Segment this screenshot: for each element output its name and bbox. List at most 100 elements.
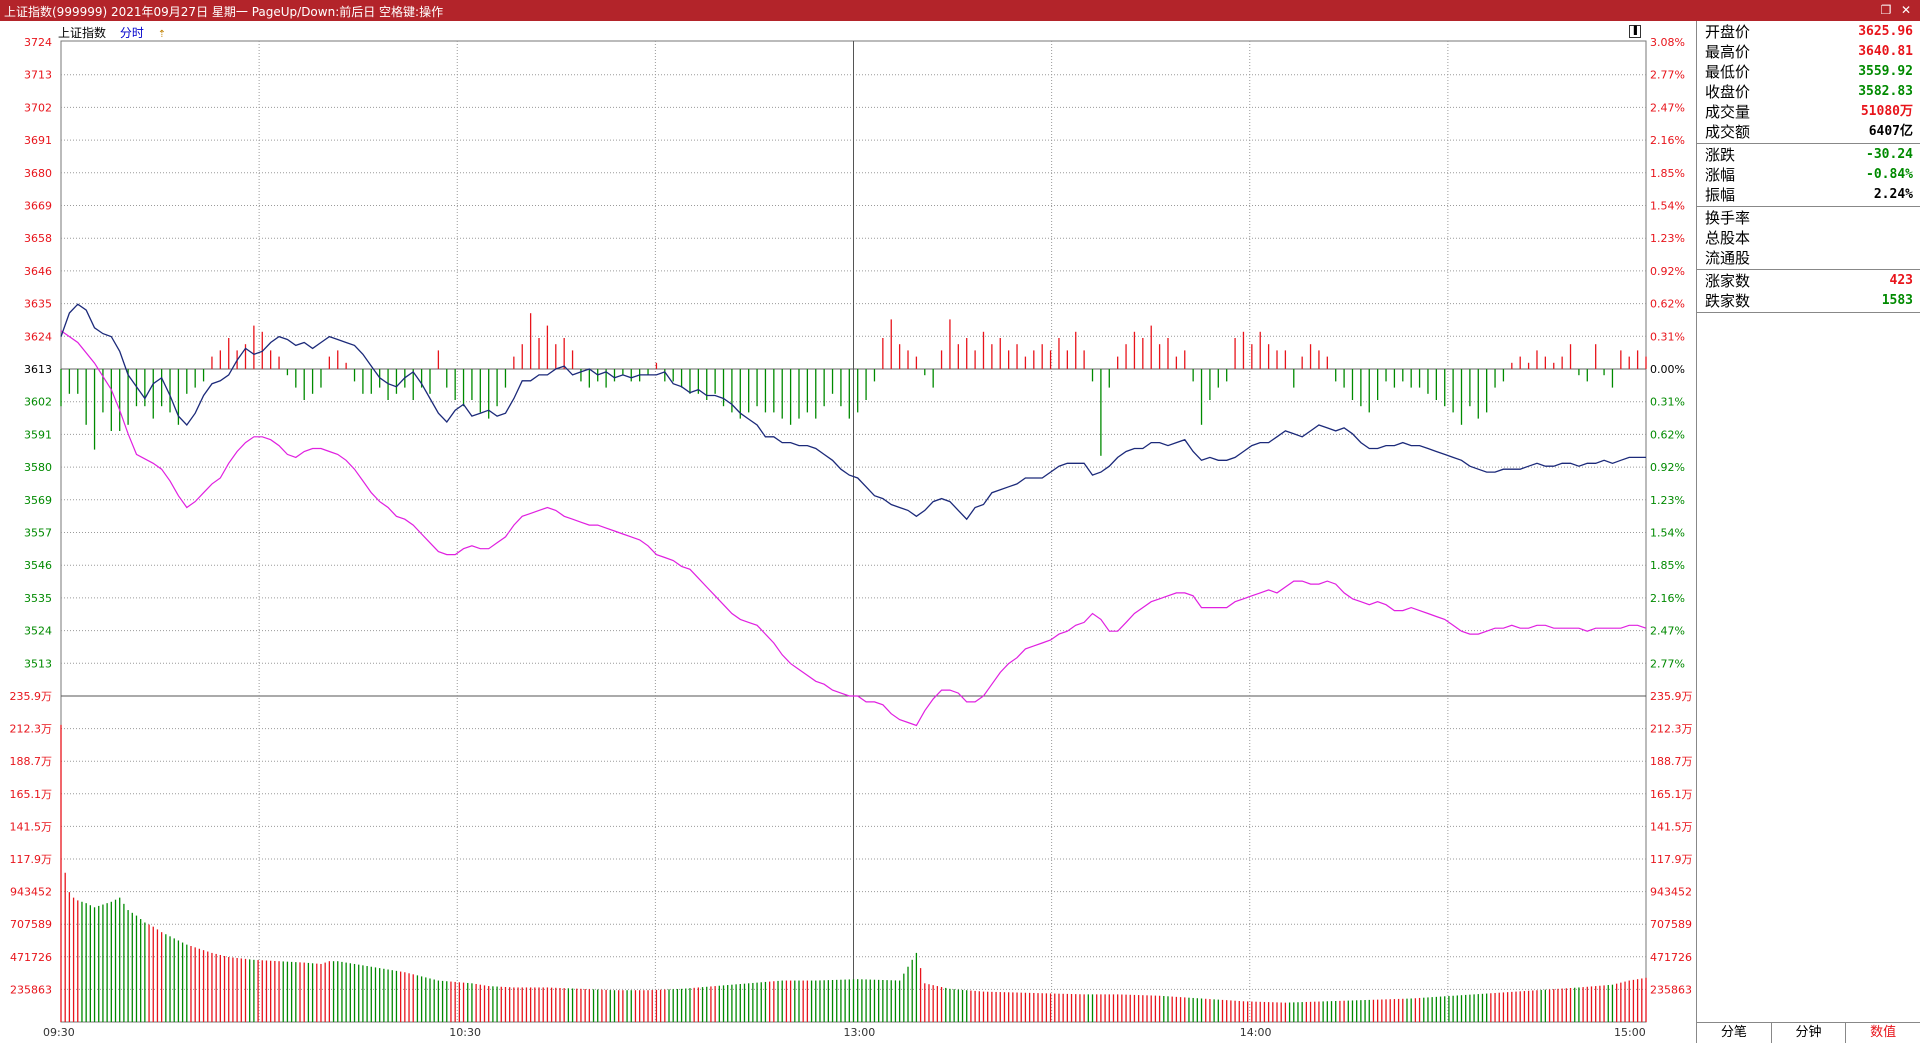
panel-label: 开盘价 <box>1705 23 1751 41</box>
share-section: 换手率总股本 流通股 <box>1697 207 1920 270</box>
panel-label: 振幅 <box>1705 186 1736 204</box>
price-tick-label: 3724 <box>24 36 52 49</box>
price-tick-label: 3669 <box>24 200 52 213</box>
panel-label: 最高价 <box>1705 43 1751 61</box>
volume-tick-label: 235863 <box>10 983 52 996</box>
pct-tick-label: 0.00% <box>1650 363 1685 376</box>
pct-tick-label: 2.47% <box>1650 625 1685 638</box>
intraday-chart: 3724 3.08% 3713 2.77% 3702 2.47% 3691 2.16% 3680… <box>0 21 1696 1042</box>
panel-value: 423 <box>1889 273 1913 288</box>
pct-tick-label: 0.31% <box>1650 330 1685 343</box>
collapse-arrow-icon[interactable]: ⇡ <box>158 29 166 40</box>
price-tick-label: 3580 <box>24 461 52 474</box>
volume-tick-label: 235863 <box>1650 983 1692 996</box>
price-tick-label: 3591 <box>24 428 52 441</box>
pct-tick-label: 0.31% <box>1650 396 1685 409</box>
index-name: 上证指数 <box>58 26 107 40</box>
panel-row: 最低价 3559.92 <box>1697 62 1920 82</box>
price-tick-label: 3569 <box>24 494 52 507</box>
panel-row: 流通股 <box>1697 248 1920 268</box>
price-tick-label: 3713 <box>24 69 52 82</box>
bottom-tab[interactable]: 分笔 <box>1696 1023 1771 1043</box>
volume-tick-label: 165.1万 <box>10 788 53 801</box>
pct-tick-label: 1.23% <box>1650 232 1685 245</box>
panel-row: 成交额 6407亿 <box>1697 122 1920 142</box>
pct-tick-label: 0.62% <box>1650 298 1685 311</box>
panel-value: 3582.83 <box>1858 84 1913 99</box>
volume-tick-label: 188.7万 <box>10 755 53 768</box>
bottom-tabs: 分笔 分钟 数值 <box>1696 1022 1920 1043</box>
mode-label[interactable]: 分时 <box>120 26 144 40</box>
pct-tick-label: 3.08% <box>1650 36 1685 49</box>
price-tick-label: 3658 <box>24 232 52 245</box>
time-tick-label: 09:30 <box>43 1026 75 1039</box>
pct-tick-label: 2.16% <box>1650 592 1685 605</box>
panel-value: 2.24% <box>1873 187 1913 202</box>
panel-label: 最低价 <box>1705 63 1751 81</box>
panel-row: 涨幅 -0.84% <box>1697 165 1920 185</box>
volume-tick-label: 141.5万 <box>1650 820 1693 833</box>
volume-tick-label: 141.5万 <box>10 820 53 833</box>
volume-tick-label: 471726 <box>10 951 52 964</box>
panel-row: 开盘价 3625.96 <box>1697 22 1920 42</box>
panel-label: 成交额 <box>1705 123 1751 141</box>
pct-tick-label: 0.92% <box>1650 461 1685 474</box>
volume-tick-label: 212.3万 <box>1650 723 1693 736</box>
time-tick-label: 10:30 <box>449 1026 481 1039</box>
time-tick-label: 15:00 <box>1614 1026 1646 1039</box>
price-tick-label: 3613 <box>24 363 52 376</box>
panel-row: 涨家数 423 <box>1697 271 1920 291</box>
pct-tick-label: 1.54% <box>1650 527 1685 540</box>
panel-label: 跌家数 <box>1705 292 1751 310</box>
breadth-section: 涨家数 423 跌家数 1583 <box>1697 270 1920 313</box>
price-tick-label: 3691 <box>24 134 52 147</box>
panel-row: 跌家数 1583 <box>1697 291 1920 311</box>
panel-label: 总股本 <box>1705 229 1751 247</box>
pct-tick-label: 2.47% <box>1650 101 1685 114</box>
restore-icon[interactable]: ❐ <box>1878 2 1894 18</box>
chart-header: 上证指数 分时 ⇡ <box>58 24 176 40</box>
price-tick-label: 3680 <box>24 167 52 180</box>
price-tick-label: 3702 <box>24 101 52 114</box>
volume-tick-label: 235.9万 <box>10 690 53 703</box>
panel-row: 最高价 3640.81 <box>1697 42 1920 62</box>
pct-tick-label: 2.77% <box>1650 69 1685 82</box>
panel-value: 3640.81 <box>1858 44 1913 59</box>
title-bar: 上证指数(999999) 2021年09月27日 星期一 PageUp/Down… <box>0 0 1920 21</box>
close-icon[interactable]: ✕ <box>1898 2 1914 18</box>
volume-tick-label: 235.9万 <box>1650 690 1693 703</box>
panel-row: 振幅 2.24% <box>1697 185 1920 205</box>
volume-tick-label: 117.9万 <box>1650 853 1693 866</box>
volume-tick-label: 188.7万 <box>1650 755 1693 768</box>
volume-tick-label: 117.9万 <box>10 853 53 866</box>
volume-tick-label: 707589 <box>1650 918 1692 931</box>
panel-label: 涨跌 <box>1705 146 1736 164</box>
pct-tick-label: 1.85% <box>1650 559 1685 572</box>
price-tick-label: 3646 <box>24 265 52 278</box>
pct-tick-label: 0.92% <box>1650 265 1685 278</box>
price-tick-label: 3524 <box>24 625 52 638</box>
panel-row: 成交量 51080万 <box>1697 102 1920 122</box>
bottom-tab[interactable]: 分钟 <box>1770 1023 1846 1043</box>
price-tick-label: 3535 <box>24 592 52 605</box>
panel-value: 3625.96 <box>1858 24 1913 39</box>
price-tick-label: 3513 <box>24 657 52 670</box>
pct-tick-label: 1.54% <box>1650 200 1685 213</box>
time-tick-label: 13:00 <box>844 1026 876 1039</box>
pct-tick-label: 0.62% <box>1650 428 1685 441</box>
price-tick-label: 3557 <box>24 527 52 540</box>
panel-value: 51080万 <box>1860 104 1913 119</box>
bottom-tab[interactable]: 数值 <box>1845 1023 1920 1043</box>
panel-label: 换手率 <box>1705 209 1751 227</box>
panel-value: 3559.92 <box>1858 64 1913 79</box>
pct-tick-label: 2.16% <box>1650 134 1685 147</box>
panel-toggle-icon[interactable]: ▌ <box>1629 25 1641 38</box>
panel-row: 收盘价 3582.83 <box>1697 82 1920 102</box>
panel-label: 涨幅 <box>1705 166 1736 184</box>
volume-tick-label: 471726 <box>1650 951 1692 964</box>
chart-canvas: 3724 3.08% 3713 2.77% 3702 2.47% 3691 2.16% 3680… <box>10 36 1693 1039</box>
pct-tick-label: 1.23% <box>1650 494 1685 507</box>
volume-tick-label: 707589 <box>10 918 52 931</box>
panel-label: 收盘价 <box>1705 83 1751 101</box>
volume-tick-label: 943452 <box>1650 886 1692 899</box>
